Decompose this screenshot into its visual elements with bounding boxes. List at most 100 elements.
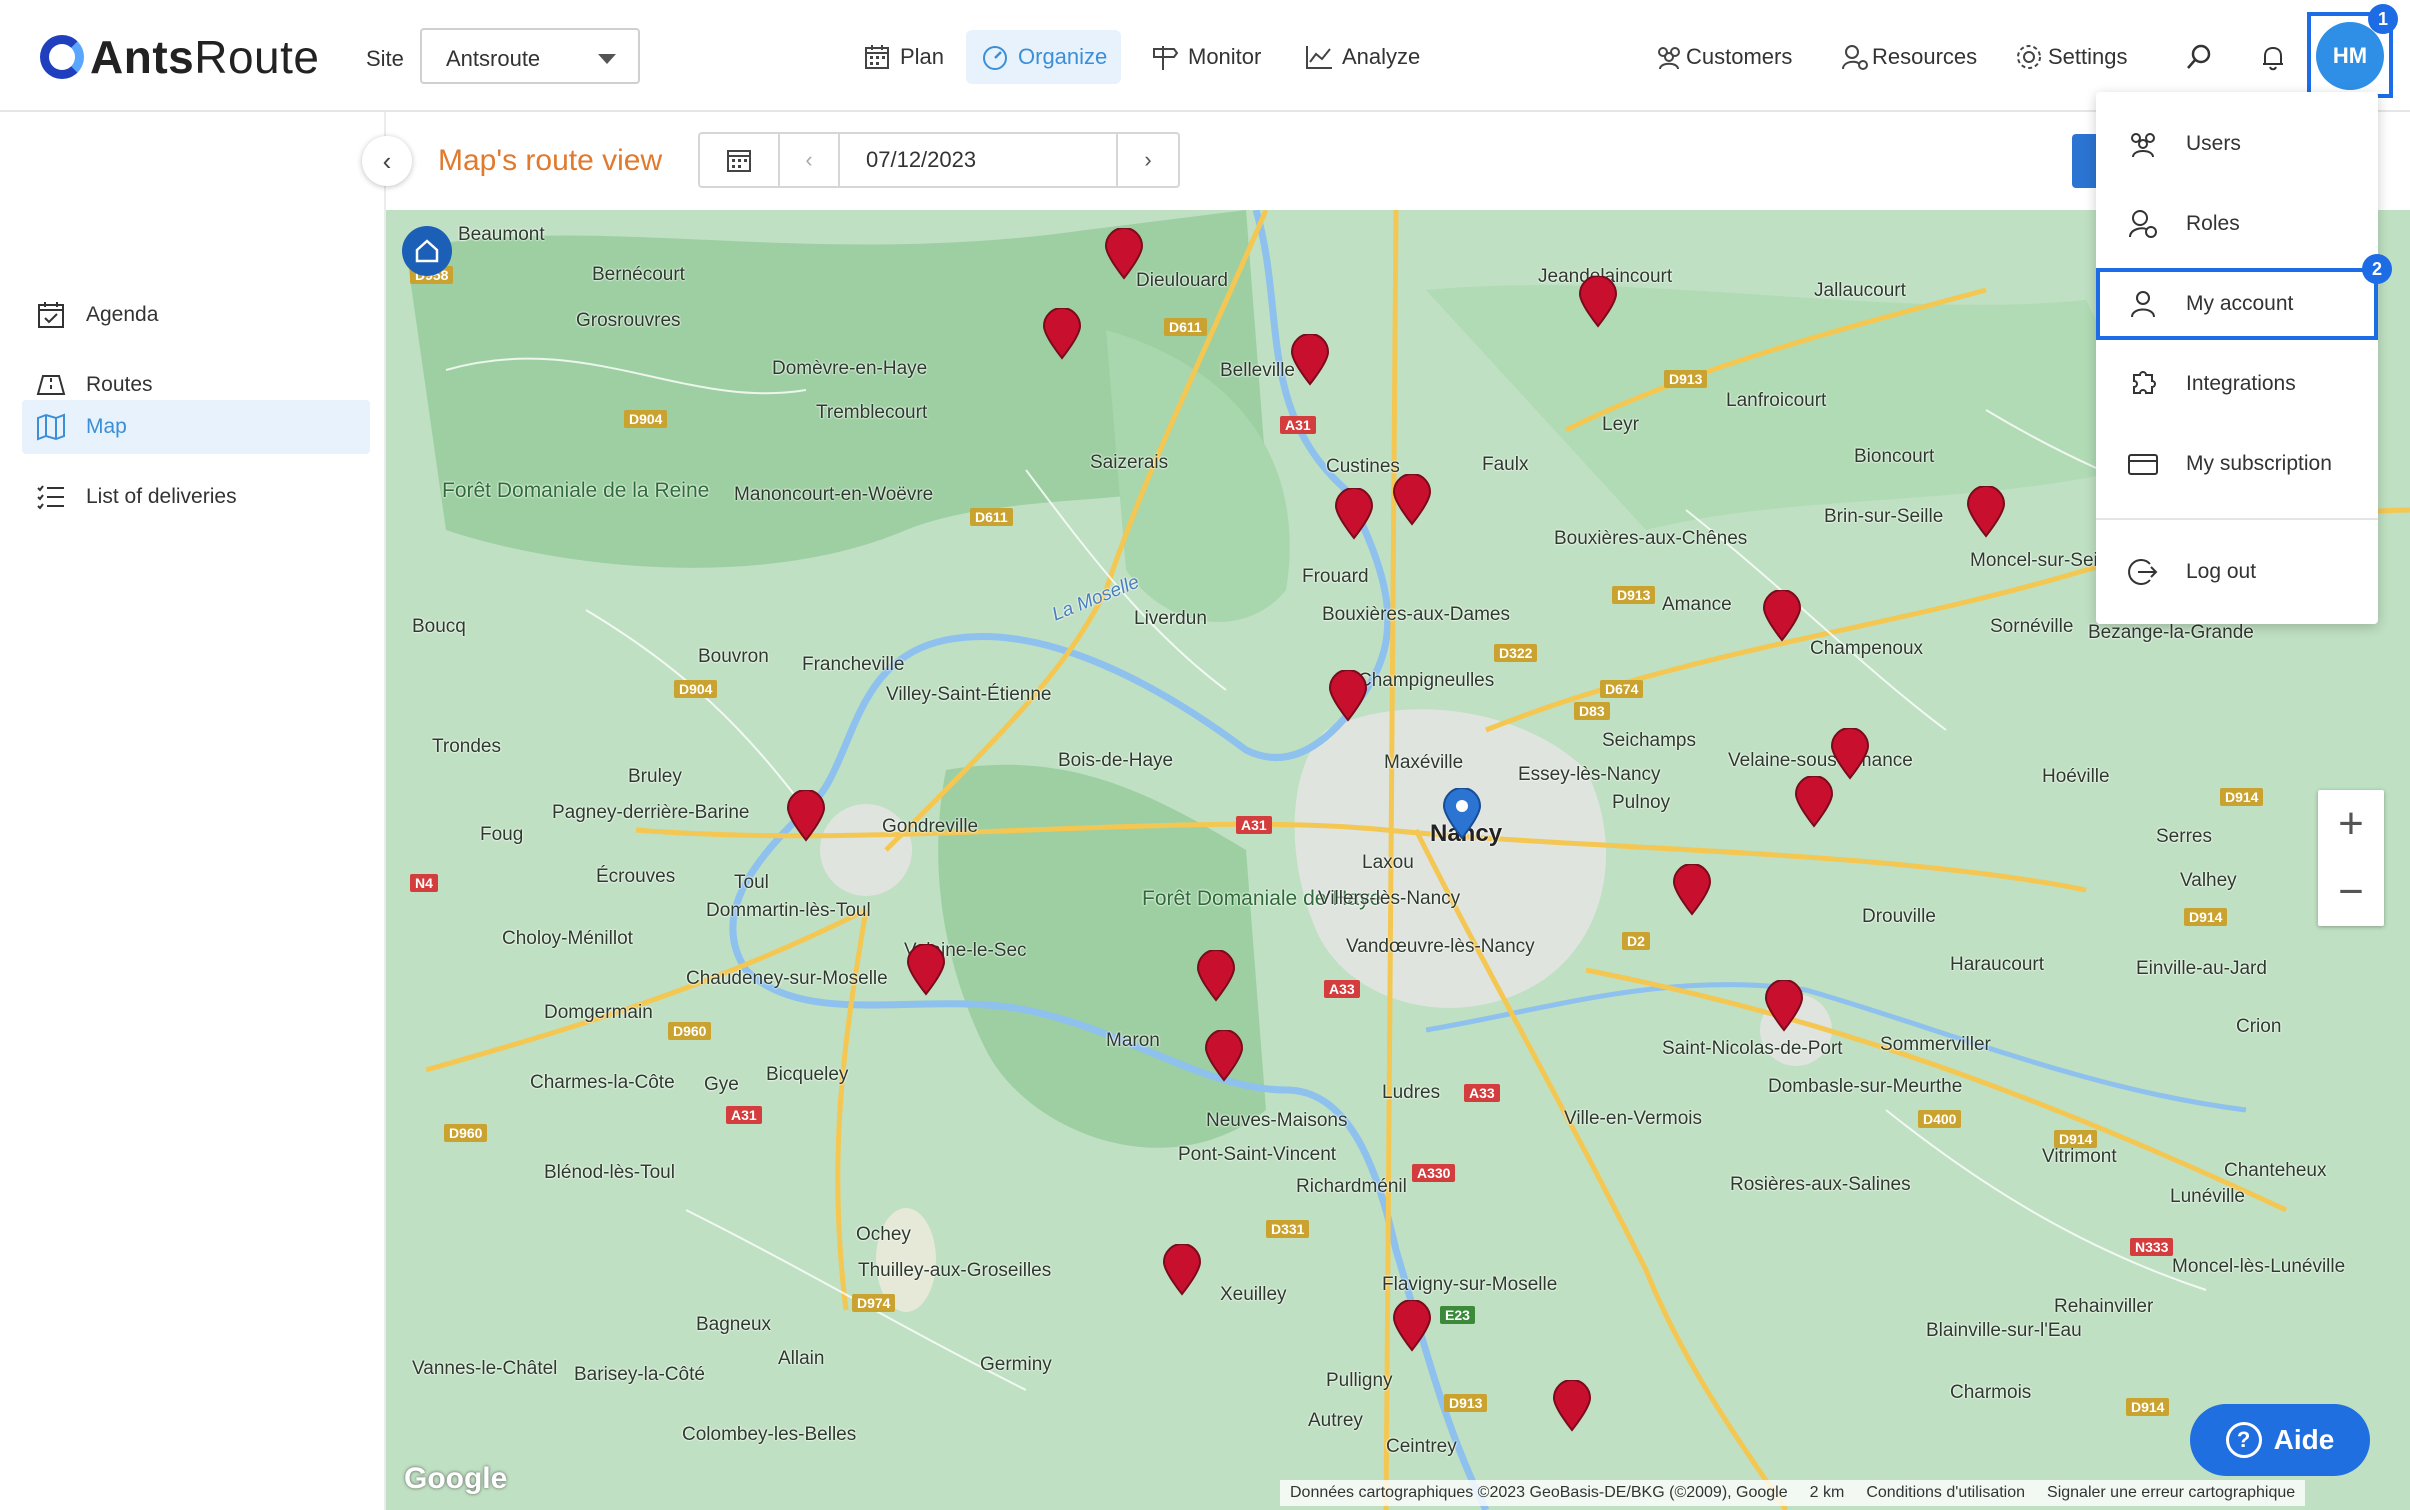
nav-monitor[interactable]: Monitor bbox=[1136, 30, 1275, 84]
delivery-pin-icon[interactable] bbox=[1966, 486, 2006, 538]
zoom-control: + − bbox=[2318, 790, 2384, 926]
place-label: Villers-lès-Nancy bbox=[1318, 888, 1461, 909]
line-chart-icon bbox=[1306, 46, 1332, 69]
place-label: Trondes bbox=[432, 736, 501, 757]
nav-resources[interactable]: Resources bbox=[1826, 30, 1991, 84]
step-badge-1: 1 bbox=[2368, 4, 2398, 34]
place-label: Pulligny bbox=[1326, 1370, 1393, 1391]
site-select-value: Antsroute bbox=[446, 46, 541, 71]
nav-organize-label: Organize bbox=[1018, 44, 1108, 69]
date-input[interactable]: 07/12/2023 bbox=[840, 134, 1118, 186]
delivery-pin-icon[interactable] bbox=[1162, 1244, 1202, 1296]
delivery-pin-icon[interactable] bbox=[1334, 488, 1374, 540]
nav-organize[interactable]: Organize bbox=[966, 30, 1122, 84]
logo-mark-icon bbox=[40, 35, 84, 79]
nav-plan[interactable]: Plan bbox=[848, 30, 958, 84]
road-badge: D914 bbox=[2126, 1398, 2170, 1416]
delivery-pin-icon[interactable] bbox=[1830, 728, 1870, 780]
menu-item-integrations[interactable]: Integrations bbox=[2096, 348, 2378, 420]
report-link[interactable]: Signaler une erreur cartographique bbox=[2047, 1484, 2295, 1502]
brand-name-b: Route bbox=[194, 31, 320, 83]
road-badge: D960 bbox=[668, 1022, 712, 1040]
place-label: Dieulouard bbox=[1136, 270, 1228, 291]
zoom-out-button[interactable]: − bbox=[2318, 858, 2384, 926]
previous-day-button[interactable]: ‹ bbox=[780, 134, 840, 186]
sidebar-item-map[interactable]: Map bbox=[22, 400, 370, 454]
menu-item-label: My account bbox=[2186, 292, 2294, 315]
delivery-pin-icon[interactable] bbox=[1764, 980, 1804, 1032]
place-label: Tremblecourt bbox=[816, 402, 928, 423]
avatar[interactable]: HM bbox=[2316, 22, 2384, 90]
delivery-pin-icon[interactable] bbox=[1392, 1300, 1432, 1352]
place-label: Bois-de-Haye bbox=[1058, 750, 1174, 771]
sidebar: Agenda Routes Map List of deliveries bbox=[0, 112, 386, 1510]
collapse-sidebar-button[interactable]: ‹ bbox=[362, 136, 412, 186]
place-label: Autrey bbox=[1308, 1410, 1363, 1431]
menu-item-roles[interactable]: Roles bbox=[2096, 188, 2378, 260]
place-label: Sommerviller bbox=[1880, 1034, 1991, 1055]
road-badge: D331 bbox=[1266, 1220, 1310, 1238]
delivery-pin-icon[interactable] bbox=[1392, 474, 1432, 526]
road-badge: D904 bbox=[674, 680, 718, 698]
nav-customers[interactable]: Customers bbox=[1640, 30, 1806, 84]
place-label: Bouxières-aux-Dames bbox=[1322, 604, 1510, 625]
delivery-pin-icon[interactable] bbox=[1290, 334, 1330, 386]
delivery-pin-icon[interactable] bbox=[1552, 1380, 1592, 1432]
place-label: Dommartin-lès-Toul bbox=[706, 900, 871, 921]
sidebar-item-label: List of deliveries bbox=[86, 485, 237, 508]
place-label: Frouard bbox=[1302, 566, 1369, 587]
delivery-pin-icon[interactable] bbox=[1794, 776, 1834, 828]
action-button-edge[interactable] bbox=[2072, 134, 2098, 188]
road-badge: A33 bbox=[1464, 1084, 1500, 1102]
place-label: Charmois bbox=[1950, 1382, 2032, 1403]
delivery-pin-icon[interactable] bbox=[1042, 308, 1082, 360]
next-day-button[interactable]: › bbox=[1118, 134, 1178, 186]
menu-item-my-account[interactable]: My account bbox=[2096, 268, 2378, 340]
place-label: Moncel-lès-Lunéville bbox=[2172, 1256, 2346, 1277]
delivery-pin-icon[interactable] bbox=[1762, 590, 1802, 642]
help-label: Aide bbox=[2273, 1424, 2335, 1455]
depot-pin-icon[interactable] bbox=[1442, 788, 1482, 840]
place-label: Bouvron bbox=[698, 646, 769, 667]
place-label: Écrouves bbox=[596, 866, 676, 887]
help-button[interactable]: ? Aide bbox=[2190, 1404, 2370, 1476]
terms-link[interactable]: Conditions d'utilisation bbox=[1866, 1484, 2025, 1502]
menu-item-users[interactable]: Users bbox=[2096, 108, 2378, 180]
routes-icon bbox=[36, 375, 66, 395]
menu-item-logout[interactable]: Log out bbox=[2096, 536, 2378, 608]
road-badge: D914 bbox=[2184, 908, 2228, 926]
place-label: Custines bbox=[1326, 456, 1400, 477]
delivery-pin-icon[interactable] bbox=[1578, 276, 1618, 328]
place-label: Pont-Saint-Vincent bbox=[1178, 1144, 1337, 1165]
zoom-in-button[interactable]: + bbox=[2318, 790, 2384, 858]
place-label: Lunéville bbox=[2170, 1186, 2245, 1207]
place-label: Ville-en-Vermois bbox=[1564, 1108, 1702, 1129]
antsroute-logo[interactable]: AntsRoute bbox=[40, 30, 319, 84]
nav-settings[interactable]: Settings bbox=[2000, 30, 2142, 84]
place-label: Lanfroicourt bbox=[1726, 390, 1827, 411]
place-label: Barisey-la-Côté bbox=[574, 1364, 705, 1385]
delivery-pin-icon[interactable] bbox=[786, 790, 826, 842]
delivery-pin-icon[interactable] bbox=[1328, 670, 1368, 722]
search-button[interactable] bbox=[2170, 30, 2228, 84]
delivery-pin-icon[interactable] bbox=[1196, 950, 1236, 1002]
sidebar-item-agenda[interactable]: Agenda bbox=[22, 288, 370, 342]
nav-settings-label: Settings bbox=[2048, 44, 2128, 69]
sidebar-item-deliveries[interactable]: List of deliveries bbox=[22, 470, 370, 524]
place-label: Flavigny-sur-Moselle bbox=[1382, 1274, 1558, 1295]
calendar-check-icon bbox=[38, 302, 64, 328]
place-label: Einville-au-Jard bbox=[2136, 958, 2267, 979]
recenter-home-button[interactable] bbox=[402, 226, 452, 276]
delivery-pin-icon[interactable] bbox=[906, 944, 946, 996]
place-label: Champenoux bbox=[1810, 638, 1924, 659]
site-select[interactable]: Antsroute bbox=[420, 28, 640, 84]
nav-analyze[interactable]: Analyze bbox=[1290, 30, 1434, 84]
calendar-picker-button[interactable] bbox=[700, 134, 780, 186]
integrations-icon bbox=[2133, 371, 2156, 394]
place-label: Richardménil bbox=[1296, 1176, 1407, 1197]
delivery-pin-icon[interactable] bbox=[1104, 228, 1144, 280]
menu-item-subscription[interactable]: My subscription bbox=[2096, 428, 2378, 500]
notifications-button[interactable] bbox=[2244, 30, 2302, 84]
delivery-pin-icon[interactable] bbox=[1204, 1030, 1244, 1082]
delivery-pin-icon[interactable] bbox=[1672, 864, 1712, 916]
